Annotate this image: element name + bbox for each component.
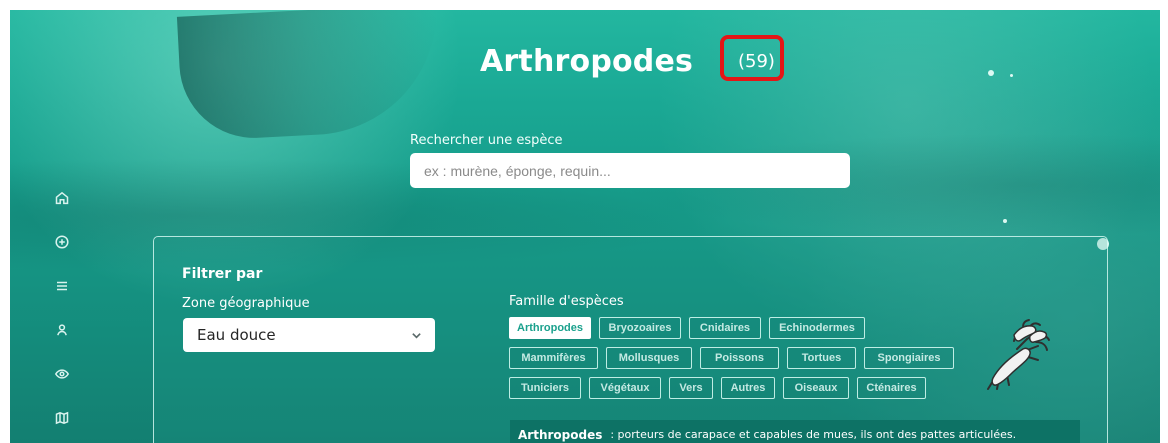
left-sidebar [48,186,76,430]
chip-echinodermes[interactable]: Echinodermes [769,317,865,339]
chevron-down-icon [410,329,422,341]
chip-tortues[interactable]: Tortues [787,347,856,369]
chip-ctenaires[interactable]: Cténaires [857,377,926,399]
chip-bryozoaires[interactable]: Bryozoaires [599,317,681,339]
search-input[interactable] [410,153,850,188]
chip-tuniciers[interactable]: Tuniciers [509,377,581,399]
species-count: (59) [738,51,775,72]
eye-icon[interactable] [50,362,74,386]
zone-selected-value: Eau douce [197,326,276,344]
family-chip-row: Tuniciers Végétaux Vers Autres Oiseaux C… [509,377,957,399]
filter-title: Filtrer par [182,266,263,282]
page-header: Arthropodes (59) [480,35,784,81]
search-label: Rechercher une espèce [410,133,563,148]
chip-mammiferes[interactable]: Mammifères [509,347,598,369]
page-title: Arthropodes [480,44,694,79]
home-icon[interactable] [50,186,74,210]
list-icon[interactable] [50,274,74,298]
chip-poissons[interactable]: Poissons [700,347,779,369]
chip-arthropodes[interactable]: Arthropodes [509,317,591,339]
family-chips: Arthropodes Bryozoaires Cnidaires Echino… [509,317,957,407]
family-description-name: Arthropodes [518,427,603,442]
app-frame: Arthropodes (59) Rechercher une espèce F… [10,10,1160,443]
lobster-icon [975,317,1055,397]
family-description-text: : porteurs de carapace et capables de mu… [610,428,1017,441]
chip-mollusques[interactable]: Mollusques [606,347,692,369]
chip-spongiaires[interactable]: Spongiaires [864,347,954,369]
zone-select[interactable]: Eau douce [183,318,435,352]
chip-autres[interactable]: Autres [721,377,775,399]
bubble-decoration [988,70,994,76]
chip-vegetaux[interactable]: Végétaux [589,377,661,399]
chip-cnidaires[interactable]: Cnidaires [689,317,761,339]
bubble-decoration [1010,74,1013,77]
family-chip-row: Mammifères Mollusques Poissons Tortues S… [509,347,957,369]
chip-oiseaux[interactable]: Oiseaux [783,377,849,399]
chip-vers[interactable]: Vers [669,377,713,399]
zone-label: Zone géographique [182,296,310,311]
filter-panel: Filtrer par Zone géographique Eau douce … [153,236,1108,443]
family-label: Famille d'espèces [509,294,624,309]
family-chip-row: Arthropodes Bryozoaires Cnidaires Echino… [509,317,957,339]
family-description: Arthropodes : porteurs de carapace et ca… [510,420,1080,443]
bubble-decoration [1003,219,1007,223]
user-icon[interactable] [50,318,74,342]
map-icon[interactable] [50,406,74,430]
plus-circle-icon[interactable] [50,230,74,254]
